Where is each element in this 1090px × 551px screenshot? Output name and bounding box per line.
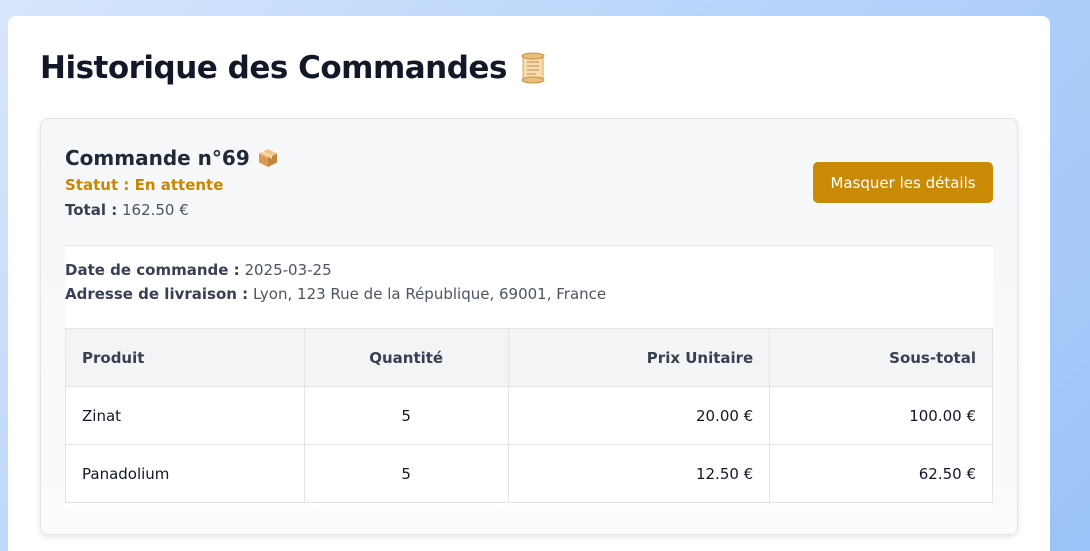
table-header-row: Produit Quantité Prix Unitaire Sous-tota… (65, 328, 993, 387)
scroll-icon (519, 52, 547, 84)
order-header: Commande n°69 Statut : En attente Total … (65, 145, 278, 220)
cell-product: Zinat (65, 386, 305, 445)
cell-quantity: 5 (303, 444, 509, 503)
page-title-text: Historique des Commandes (40, 50, 507, 86)
column-header-unit-price: Prix Unitaire (507, 328, 771, 387)
column-header-quantity: Quantité (303, 328, 509, 387)
date-label: Date de commande : (65, 261, 240, 279)
package-icon (258, 148, 278, 168)
column-header-subtotal: Sous-total (769, 328, 993, 387)
order-card: Commande n°69 Statut : En attente Total … (40, 118, 1018, 535)
cell-unit-price: 20.00 € (507, 386, 771, 445)
order-history-panel: Historique des Commandes Commande n°69 S… (8, 16, 1050, 551)
order-status: Statut : En attente (65, 175, 278, 195)
table-row: Zinat 5 20.00 € 100.00 € (65, 386, 993, 445)
shipping-address: Adresse de livraison : Lyon, 123 Rue de … (65, 282, 993, 306)
order-title: Commande n°69 (65, 145, 278, 171)
status-label: Statut : (65, 176, 130, 194)
hide-details-button[interactable]: Masquer les détails (813, 162, 993, 203)
order-items-table: Produit Quantité Prix Unitaire Sous-tota… (65, 328, 993, 503)
order-title-text: Commande n°69 (65, 146, 250, 170)
cell-product: Panadolium (65, 444, 305, 503)
date-value: 2025-03-25 (244, 261, 332, 279)
cell-quantity: 5 (303, 386, 509, 445)
order-date: Date de commande : 2025-03-25 (65, 258, 993, 282)
order-meta: Date de commande : 2025-03-25 Adresse de… (65, 246, 993, 306)
address-value: Lyon, 123 Rue de la République, 69001, F… (252, 285, 607, 303)
cell-unit-price: 12.50 € (507, 444, 771, 503)
total-label: Total : (65, 201, 118, 219)
cell-subtotal: 62.50 € (769, 444, 993, 503)
address-label: Adresse de livraison : (65, 285, 249, 303)
order-details: Date de commande : 2025-03-25 Adresse de… (65, 245, 993, 511)
total-value: 162.50 € (121, 201, 189, 219)
order-total: Total : 162.50 € (65, 200, 278, 220)
column-header-product: Produit (65, 328, 305, 387)
status-value: En attente (134, 176, 224, 194)
cell-subtotal: 100.00 € (769, 386, 993, 445)
table-row: Panadolium 5 12.50 € 62.50 € (65, 444, 993, 503)
page-title: Historique des Commandes (40, 48, 1018, 88)
